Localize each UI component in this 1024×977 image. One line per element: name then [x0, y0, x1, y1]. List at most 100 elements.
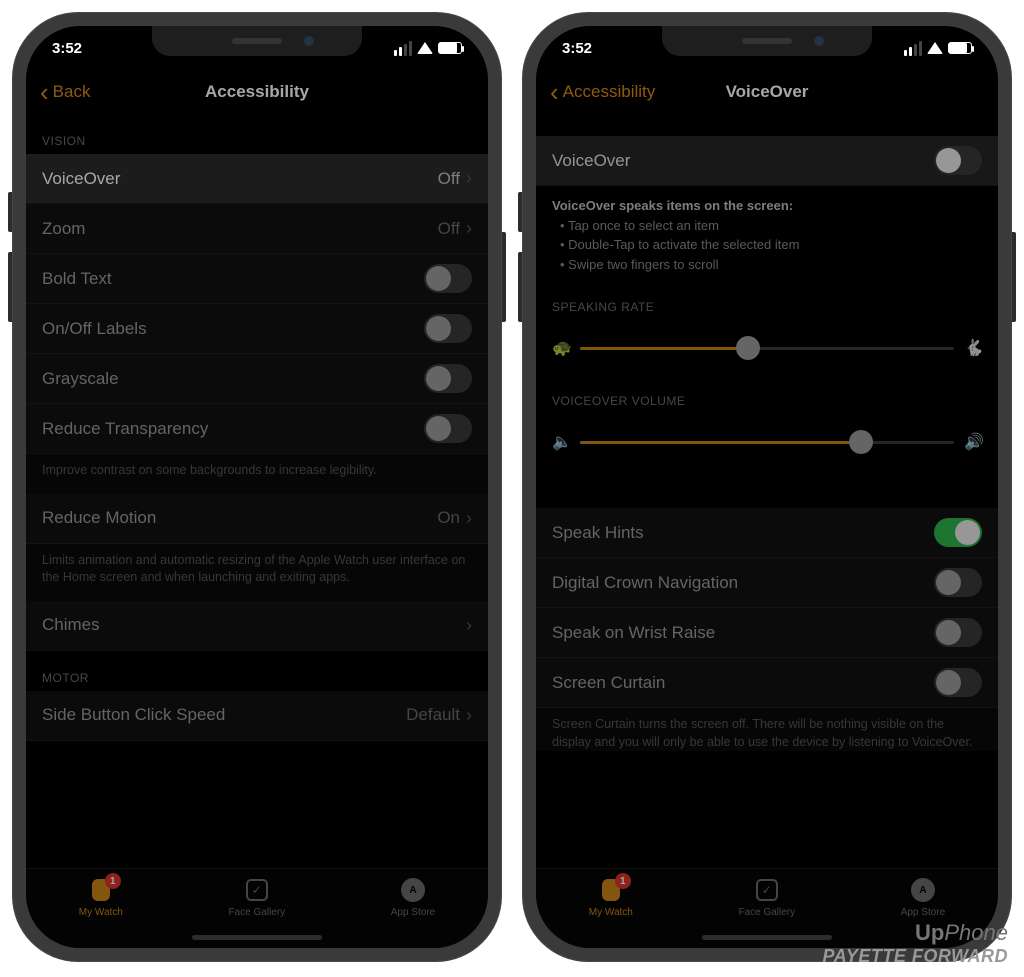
- tab-label: App Store: [391, 907, 435, 918]
- rabbit-icon: 🐇: [964, 338, 982, 358]
- note-screen-curtain: Screen Curtain turns the screen off. The…: [536, 708, 998, 751]
- toggle-reduce-transparency[interactable]: [424, 414, 472, 443]
- battery-icon: [438, 42, 462, 54]
- section-speaking-rate: SPEAKING RATE: [536, 280, 998, 320]
- row-voiceover-toggle[interactable]: VoiceOver: [536, 136, 998, 186]
- note-transparency: Improve contrast on some backgrounds to …: [26, 454, 488, 494]
- chevron-left-icon: ‹: [40, 79, 49, 105]
- chevron-right-icon: ›: [466, 705, 472, 726]
- row-chimes[interactable]: Chimes ›: [26, 601, 488, 651]
- tab-label: My Watch: [79, 907, 123, 918]
- help-bullet: Swipe two fingers to scroll: [560, 255, 982, 275]
- row-label: Reduce Transparency: [42, 419, 208, 439]
- toggle-wrist-raise[interactable]: [934, 618, 982, 647]
- help-title: VoiceOver speaks items on the screen:: [552, 198, 793, 213]
- toggle-speak-hints[interactable]: [934, 518, 982, 547]
- phone-right: 3:52 ‹ Accessibility VoiceOver VoiceOver…: [522, 12, 1012, 962]
- row-speak-wrist-raise[interactable]: Speak on Wrist Raise: [536, 608, 998, 658]
- settings-list[interactable]: VoiceOver VoiceOver speaks items on the …: [536, 114, 998, 868]
- row-label: Zoom: [42, 219, 85, 239]
- page-title: VoiceOver: [726, 82, 809, 102]
- tab-app-store[interactable]: A App Store: [901, 877, 945, 918]
- row-digital-crown-nav[interactable]: Digital Crown Navigation: [536, 558, 998, 608]
- help-bullet: Tap once to select an item: [560, 216, 982, 236]
- face-gallery-icon: [756, 879, 778, 901]
- settings-list[interactable]: VISION VoiceOver Off› Zoom Off› Bold Tex…: [26, 114, 488, 868]
- nav-bar: ‹ Accessibility VoiceOver: [536, 70, 998, 114]
- row-value: Default: [406, 705, 460, 725]
- row-label: Speak Hints: [552, 523, 644, 543]
- notch: [152, 26, 362, 56]
- chevron-right-icon: ›: [466, 218, 472, 239]
- status-time: 3:52: [52, 40, 82, 57]
- screen-right: 3:52 ‹ Accessibility VoiceOver VoiceOver…: [536, 26, 998, 948]
- row-grayscale[interactable]: Grayscale: [26, 354, 488, 404]
- back-button[interactable]: ‹ Accessibility: [550, 79, 655, 105]
- tab-label: Face Gallery: [738, 907, 795, 918]
- page-title: Accessibility: [205, 82, 309, 102]
- slider-voiceover-volume[interactable]: 🔈 🔊: [552, 432, 982, 452]
- tab-my-watch[interactable]: 1 My Watch: [79, 877, 123, 918]
- row-value: Off: [438, 219, 460, 239]
- row-reduce-motion[interactable]: Reduce Motion On ›: [26, 494, 488, 544]
- toggle-screen-curtain[interactable]: [934, 668, 982, 697]
- phone-left: 3:52 ‹ Back Accessibility VISION VoiceOv…: [12, 12, 502, 962]
- back-label: Accessibility: [563, 82, 656, 102]
- chevron-right-icon: ›: [466, 508, 472, 529]
- volume-high-icon: 🔊: [964, 432, 982, 452]
- tab-face-gallery[interactable]: Face Gallery: [738, 877, 795, 918]
- row-label: Side Button Click Speed: [42, 705, 225, 725]
- battery-icon: [948, 42, 972, 54]
- tab-label: App Store: [901, 907, 945, 918]
- status-time: 3:52: [562, 40, 592, 57]
- row-screen-curtain[interactable]: Screen Curtain: [536, 658, 998, 708]
- toggle-digital-crown[interactable]: [934, 568, 982, 597]
- row-bold-text[interactable]: Bold Text: [26, 254, 488, 304]
- back-button[interactable]: ‹ Back: [40, 79, 90, 105]
- tab-my-watch[interactable]: 1 My Watch: [589, 877, 633, 918]
- home-indicator[interactable]: [702, 935, 832, 940]
- toggle-onoff-labels[interactable]: [424, 314, 472, 343]
- section-motor: MOTOR: [26, 651, 488, 691]
- row-label: Bold Text: [42, 269, 112, 289]
- row-label: Chimes: [42, 615, 100, 635]
- notch: [662, 26, 872, 56]
- back-label: Back: [53, 82, 91, 102]
- cellular-icon: [904, 41, 922, 56]
- home-indicator[interactable]: [192, 935, 322, 940]
- tab-label: Face Gallery: [228, 907, 285, 918]
- section-voiceover-volume: VOICEOVER VOLUME: [536, 374, 998, 414]
- help-bullet: Double-Tap to activate the selected item: [560, 235, 982, 255]
- section-vision: VISION: [26, 114, 488, 154]
- face-gallery-icon: [246, 879, 268, 901]
- tab-face-gallery[interactable]: Face Gallery: [228, 877, 285, 918]
- notification-badge: 1: [615, 873, 631, 889]
- row-value: On: [437, 508, 460, 528]
- row-label: Screen Curtain: [552, 673, 665, 693]
- wifi-icon: [927, 42, 943, 54]
- nav-bar: ‹ Back Accessibility: [26, 70, 488, 114]
- toggle-bold-text[interactable]: [424, 264, 472, 293]
- row-speak-hints[interactable]: Speak Hints: [536, 508, 998, 558]
- toggle-voiceover[interactable]: [934, 146, 982, 175]
- chevron-right-icon: ›: [466, 615, 472, 636]
- volume-low-icon: 🔈: [552, 432, 570, 452]
- toggle-grayscale[interactable]: [424, 364, 472, 393]
- screen-left: 3:52 ‹ Back Accessibility VISION VoiceOv…: [26, 26, 488, 948]
- row-label: Reduce Motion: [42, 508, 156, 528]
- voiceover-help: VoiceOver speaks items on the screen: Ta…: [536, 186, 998, 280]
- row-value: Off: [438, 169, 460, 189]
- chevron-right-icon: ›: [466, 168, 472, 189]
- row-label: Digital Crown Navigation: [552, 573, 738, 593]
- row-zoom[interactable]: Zoom Off ›: [26, 204, 488, 254]
- wifi-icon: [417, 42, 433, 54]
- app-store-icon: A: [401, 878, 425, 902]
- row-side-button-speed[interactable]: Side Button Click Speed Default ›: [26, 691, 488, 741]
- row-reduce-transparency[interactable]: Reduce Transparency: [26, 404, 488, 454]
- row-label: Grayscale: [42, 369, 119, 389]
- row-voiceover[interactable]: VoiceOver Off›: [26, 154, 488, 204]
- cellular-icon: [394, 41, 412, 56]
- row-onoff-labels[interactable]: On/Off Labels: [26, 304, 488, 354]
- slider-speaking-rate[interactable]: 🐢 🐇: [552, 338, 982, 358]
- tab-app-store[interactable]: A App Store: [391, 877, 435, 918]
